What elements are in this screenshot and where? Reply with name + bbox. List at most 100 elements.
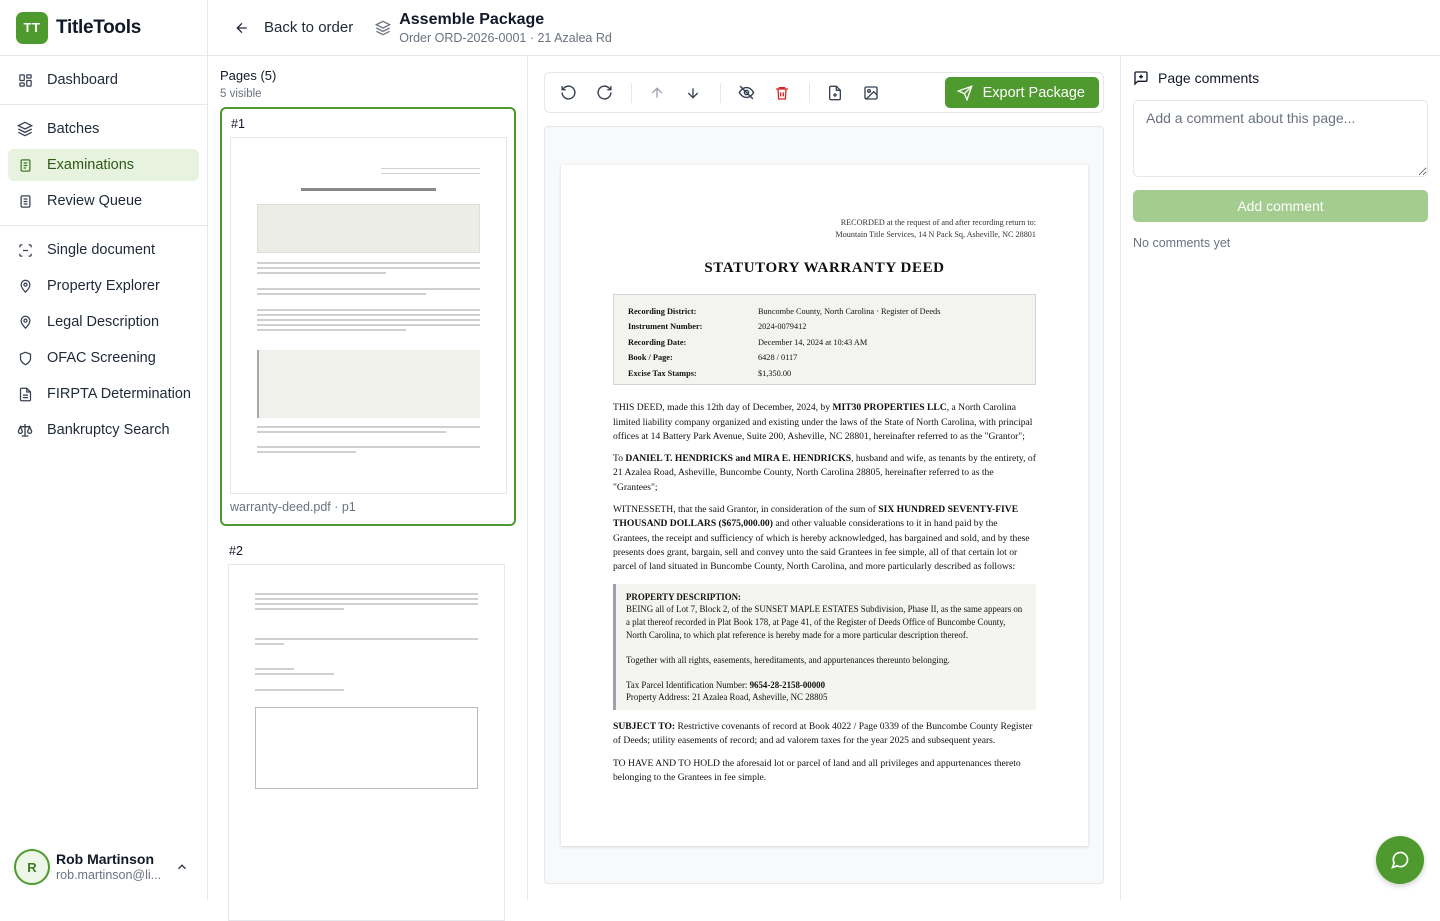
- scale-icon: [17, 422, 33, 438]
- sidebar-item-ofac-screening[interactable]: OFAC Screening: [8, 342, 199, 374]
- document-icon: [17, 386, 33, 402]
- user-menu[interactable]: R Rob Martinson rob.martinson@li...: [0, 834, 207, 900]
- comments-header: Page comments: [1133, 70, 1428, 86]
- user-email: rob.martinson@li...: [56, 867, 162, 882]
- page-heading: Assemble Package Order ORD-2026-0001 · 2…: [375, 10, 612, 45]
- export-label: Export Package: [982, 84, 1085, 101]
- recording-row: Recording Date: December 14, 2024 at 10:4…: [628, 337, 868, 347]
- app-name: TitleTools: [56, 16, 141, 38]
- shield-icon: [17, 350, 33, 366]
- user-info: Rob Martinson rob.martinson@li...: [56, 851, 161, 883]
- back-label: Back to order: [264, 19, 354, 36]
- comments-title: Page comments: [1158, 70, 1260, 86]
- divider: [0, 225, 207, 226]
- recording-row: Recording District: Buncombe County, Nort…: [628, 306, 941, 316]
- rotate-right-icon[interactable]: [591, 80, 617, 106]
- pages-title: Pages (5): [220, 68, 277, 83]
- layers-icon: [17, 121, 33, 137]
- clipboard-list-icon: [17, 193, 33, 209]
- deed-paragraph: TO HAVE AND TO HOLD the aforesaid lot or…: [613, 757, 1021, 784]
- comments-panel: Page comments Add comment No comments ye…: [1120, 56, 1440, 900]
- sidebar-item-property-explorer[interactable]: Property Explorer: [8, 270, 199, 302]
- deed-paragraph: WITNESSETH, that the said Grantor, in co…: [613, 504, 1030, 573]
- recording-row: Excise Tax Stamps: $1,350.00: [628, 368, 792, 378]
- send-icon: [956, 84, 973, 101]
- comment-input[interactable]: [1133, 100, 1428, 177]
- comment-plus-icon: [1133, 70, 1149, 86]
- brand[interactable]: TT TitleTools: [0, 0, 207, 56]
- header: Back to order Assemble Package Order ORD…: [208, 0, 1440, 56]
- add-document-icon[interactable]: [822, 80, 848, 106]
- back-to-order-button[interactable]: Back to order: [234, 19, 353, 36]
- sidebar-item-dashboard[interactable]: Dashboard: [8, 64, 199, 96]
- divider: [809, 82, 810, 103]
- chat-button[interactable]: [1376, 836, 1424, 884]
- recording-row: Instrument Number: 2024-0079412: [628, 322, 807, 332]
- sidebar-item-label: Examinations: [47, 157, 135, 173]
- page-thumbnail[interactable]: #1 warranty-deed.pdf · p1: [220, 107, 516, 526]
- sidebar-item-legal-description[interactable]: Legal Description: [8, 306, 199, 338]
- sidebar-item-batches[interactable]: Batches: [8, 113, 199, 145]
- divider: [720, 82, 721, 103]
- property-description: PROPERTY DESCRIPTION: BEING all of Lot 7…: [613, 583, 1036, 711]
- layers-icon: [375, 20, 392, 36]
- clipboard-icon: [17, 157, 33, 173]
- sidebar-item-bankruptcy-search[interactable]: Bankruptcy Search: [8, 414, 199, 446]
- page-preview: [230, 137, 507, 494]
- export-package-button[interactable]: Export Package: [944, 77, 1099, 108]
- document-page: RECORDED at the request of and after rec…: [561, 165, 1088, 846]
- sidebar-item-single-document[interactable]: Single document: [8, 234, 199, 266]
- page-source: warranty-deed.pdf · p1: [230, 500, 356, 514]
- map-pin-icon: [17, 314, 33, 330]
- sidebar-item-firpta-determination[interactable]: FIRPTA Determination: [8, 378, 199, 410]
- deed-paragraph: SUBJECT TO: Restrictive covenants of rec…: [613, 721, 1033, 747]
- document-viewer: Export Package RECORDED at the request o…: [528, 56, 1120, 900]
- chat-icon: [1390, 850, 1410, 870]
- divider: [0, 104, 207, 105]
- sidebar-item-label: Single document: [47, 242, 156, 258]
- sidebar-item-label: Legal Description: [47, 314, 160, 330]
- sidebar-item-label: Property Explorer: [47, 278, 160, 294]
- scan-icon: [17, 242, 33, 258]
- dashboard-icon: [17, 72, 33, 88]
- eye-off-icon[interactable]: [733, 80, 759, 106]
- sidebar-item-label: FIRPTA Determination: [47, 386, 191, 402]
- divider: [631, 82, 632, 103]
- recording-row: Book / Page: 6428 / 0117: [628, 353, 798, 363]
- sidebar-item-label: OFAC Screening: [47, 350, 156, 366]
- app-logo: TT: [16, 11, 48, 44]
- arrow-left-icon: [234, 20, 250, 36]
- page-subtitle: Order ORD-2026-0001 · 21 Azalea Rd: [399, 31, 612, 46]
- sidebar-item-label: Review Queue: [47, 193, 143, 209]
- rotate-left-icon[interactable]: [555, 80, 581, 106]
- sidebar-item-label: Batches: [47, 121, 100, 137]
- avatar: R: [14, 849, 50, 885]
- comments-empty-state: No comments yet: [1133, 236, 1231, 250]
- user-name: Rob Martinson: [56, 851, 154, 868]
- add-comment-button[interactable]: Add comment: [1133, 190, 1428, 222]
- deed-paragraph: THIS DEED, made this 12th day of Decembe…: [613, 402, 1033, 442]
- sidebar: TT TitleTools Dashboard Batches Examinat…: [0, 0, 208, 900]
- recording-return: RECORDED at the request of and after rec…: [835, 218, 1036, 239]
- sidebar-item-label: Bankruptcy Search: [47, 422, 170, 438]
- pages-count: 5 visible: [220, 88, 262, 100]
- page-preview: [228, 564, 505, 921]
- chevron-up-icon[interactable]: [175, 860, 189, 879]
- arrow-up-icon[interactable]: [644, 80, 670, 106]
- recording-info-box: Recording District: Buncombe County, Nort…: [613, 293, 1036, 386]
- sidebar-item-review-queue[interactable]: Review Queue: [8, 185, 199, 217]
- sidebar-nav: Dashboard Batches Examinations Review Qu…: [0, 56, 207, 446]
- page-number: #1: [231, 117, 245, 131]
- sidebar-item-label: Dashboard: [47, 72, 118, 88]
- trash-icon[interactable]: [769, 80, 795, 106]
- page-number: #2: [229, 544, 243, 558]
- page-toolbar: Export Package: [544, 72, 1104, 113]
- page-canvas: RECORDED at the request of and after rec…: [544, 126, 1104, 884]
- arrow-down-icon[interactable]: [680, 80, 706, 106]
- sidebar-item-examinations[interactable]: Examinations: [8, 149, 199, 181]
- deed-paragraph: To DANIEL T. HENDRICKS and MIRA E. HENDR…: [613, 453, 1036, 493]
- page-thumbnail[interactable]: #2: [220, 536, 516, 921]
- document-title: STATUTORY WARRANTY DEED: [704, 259, 945, 276]
- page-title: Assemble Package: [399, 10, 545, 28]
- image-icon[interactable]: [858, 80, 884, 106]
